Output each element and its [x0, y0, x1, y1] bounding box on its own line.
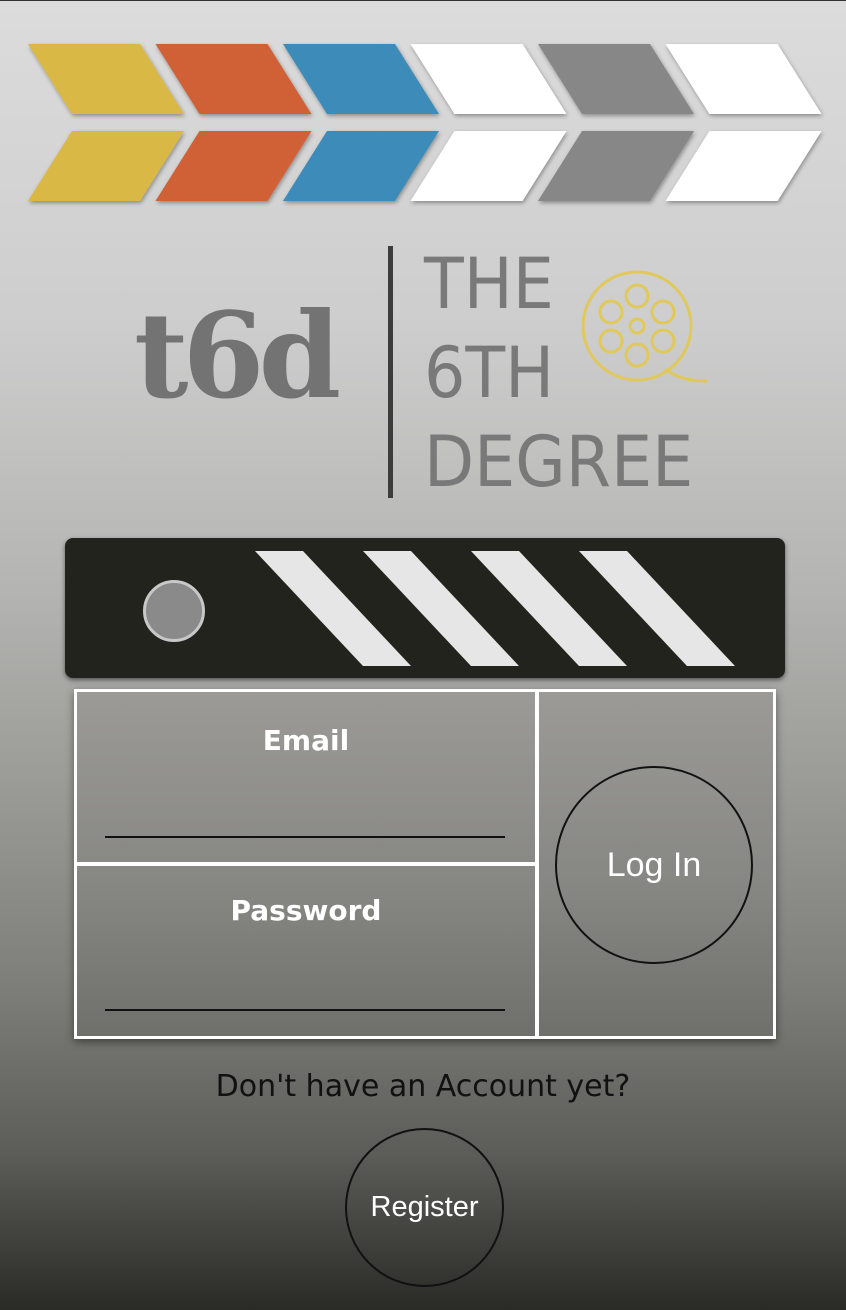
- register-prompt: Don't have an Account yet?: [215, 1069, 631, 1104]
- logo-line-6th: 6TH: [424, 332, 555, 414]
- chevron-top-4: [410, 44, 567, 114]
- chevron-bottom-5: [538, 131, 694, 201]
- logo-monogram: t6d: [134, 286, 341, 425]
- logo-line-degree: DEGREE: [424, 421, 694, 503]
- slate-divider-vertical: [535, 692, 539, 1036]
- chevron-bottom-6: [665, 131, 822, 201]
- login-button[interactable]: Log In: [555, 766, 753, 964]
- email-label: Email: [262, 724, 350, 757]
- chevron-top-2: [155, 44, 312, 114]
- login-form: Email Password Log In: [74, 689, 776, 1039]
- email-field[interactable]: [105, 798, 505, 838]
- chevron-bottom-2: [155, 131, 312, 201]
- register-button[interactable]: Register: [345, 1128, 504, 1287]
- chevron-bottom-1: [28, 131, 184, 201]
- chevron-top-5: [538, 44, 694, 114]
- chevron-top-6: [665, 44, 822, 114]
- logo-line-the: THE: [424, 243, 554, 325]
- chevron-bottom-3: [283, 131, 439, 201]
- chevron-top-3: [283, 44, 439, 114]
- password-label: Password: [230, 894, 382, 927]
- clapperboard-top: [65, 538, 785, 678]
- logo-divider: [388, 246, 393, 498]
- slate-divider-horizontal: [77, 862, 535, 866]
- chevron-bottom-4: [410, 131, 567, 201]
- chevron-banner: [28, 44, 822, 201]
- brand-logo: t6d THE 6TH DEGREE: [120, 241, 740, 506]
- clapper-stripes: [255, 551, 735, 666]
- chevron-top-1: [28, 44, 184, 114]
- film-reel-icon: [581, 270, 708, 383]
- password-field[interactable]: [105, 971, 505, 1011]
